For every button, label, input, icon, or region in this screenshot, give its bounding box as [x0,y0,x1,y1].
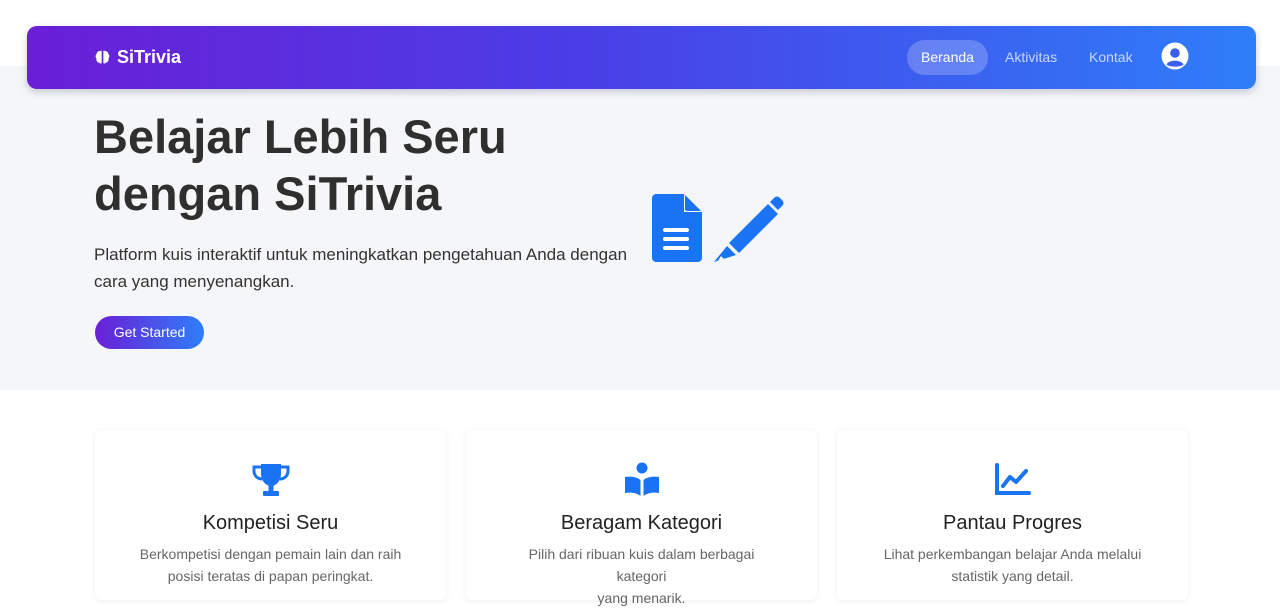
get-started-button[interactable]: Get Started [95,316,204,349]
feature-desc-line1: Berkompetisi dengan pemain lain dan raih [139,546,402,562]
feature-desc-line2: yang menarik. [597,590,686,606]
feature-desc-line2: posisi teratas di papan peringkat. [167,568,374,584]
feature-title: Beragam Kategori [560,512,723,534]
hero-illustration [650,192,790,269]
feature-card-kategori: Beragam Kategori Pilih dari ribuan kuis … [466,430,817,606]
hero-title: Belajar Lebih Seru dengan SiTrivia [94,108,654,222]
nav-aktivitas[interactable]: Aktivitas [991,40,1071,75]
feature-description: Berkompetisi dengan pemain lain dan raih… [135,543,406,587]
hero-subtitle-line2: cara yang menyenangkan. [94,272,295,291]
feature-desc-line1: Lihat perkembangan belajar Anda melalui [883,546,1142,562]
feature-card-kompetisi: Kompetisi Seru Berkompetisi dengan pemai… [95,430,446,600]
hero-title-line2: dengan SiTrivia [94,167,442,220]
document-pencil-icons [652,194,784,262]
nav-kontak[interactable]: Kontak [1075,40,1147,75]
document-icon [652,194,702,262]
feature-desc-line2: statistik yang detail. [951,568,1074,584]
feature-card-progres: Pantau Progres Lihat perkembangan belaja… [837,430,1188,600]
hero-title-line1: Belajar Lebih Seru [94,110,507,163]
feature-title: Pantau Progres [943,512,1082,534]
brand-name: SiTrivia [117,47,182,67]
trophy-icon [252,464,289,496]
book-reader-icon [624,462,659,496]
hero-subtitle: Platform kuis interaktif untuk meningkat… [94,241,639,295]
nav-beranda[interactable]: Beranda [907,40,988,75]
brain-icon [95,50,110,64]
navbar: SiTrivia Beranda Aktivitas Kontak [27,26,1256,89]
feature-description: Lihat perkembangan belajar Anda melalui … [877,543,1148,587]
feature-description: Pilih dari ribuan kuis dalam berbagai ka… [506,543,777,609]
feature-desc-line1: Pilih dari ribuan kuis dalam berbagai ka… [528,546,755,584]
hero-subtitle-line1: Platform kuis interaktif untuk meningkat… [94,245,628,264]
user-circle-icon[interactable] [1161,42,1189,70]
pencil-icon [714,196,784,262]
feature-title: Kompetisi Seru [202,512,339,534]
chart-line-icon [994,463,1031,495]
brand-logo[interactable]: SiTrivia [94,47,181,68]
